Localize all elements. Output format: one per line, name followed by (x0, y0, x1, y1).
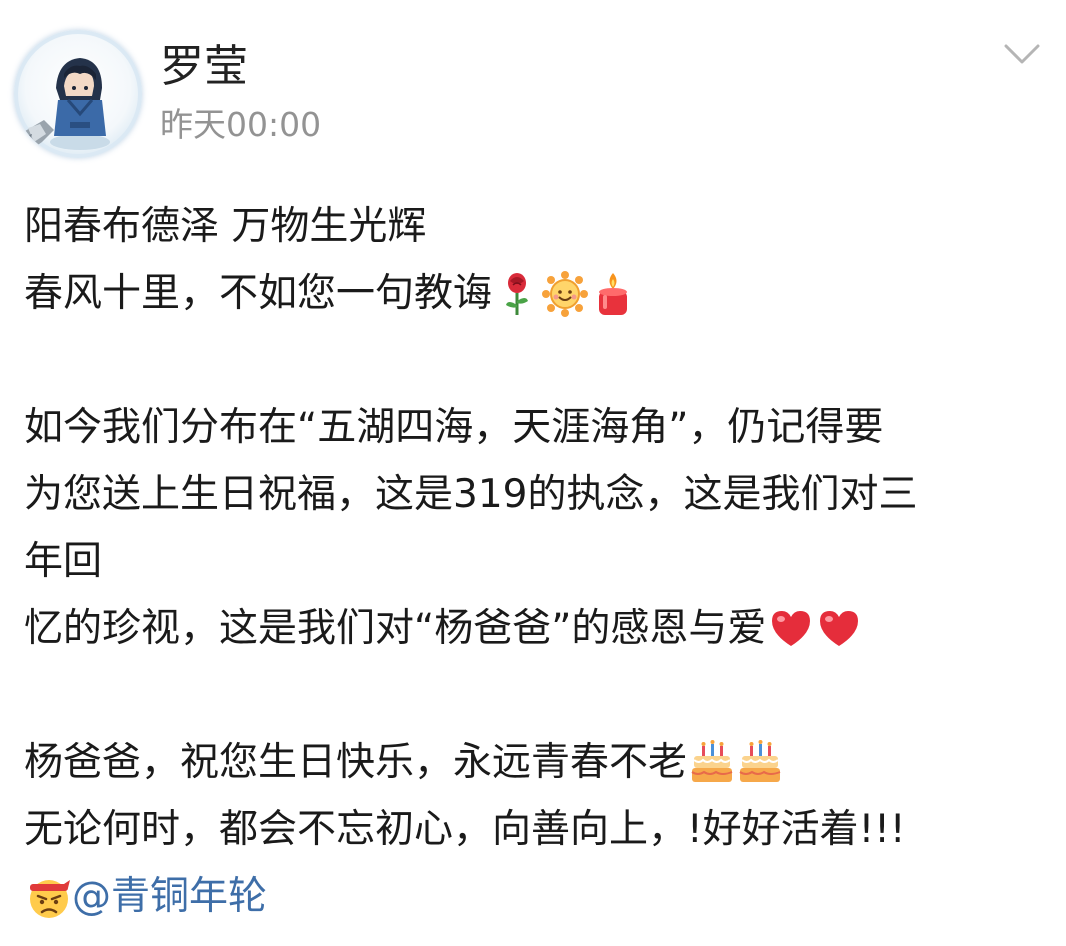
cake-icon (737, 739, 783, 786)
post-timestamp: 昨天00:00 (160, 105, 322, 144)
mention-link[interactable]: @青铜年轮 (72, 863, 267, 930)
heart-icon (816, 606, 862, 652)
post-line: 忆的珍视，这是我们对“杨爸爸”的感恩与爱 (24, 595, 1054, 662)
post-line: 杨爸爸，祝您生日快乐，永远青春不老 (24, 729, 1054, 796)
post-line-text: 杨爸爸，祝您生日快乐，永远青春不老 (24, 740, 688, 785)
post-line: 春风十里，不如您一句教诲 (24, 260, 1054, 327)
post-line-text: 忆的珍视，这是我们对“杨爸爸”的感恩与爱 (24, 606, 767, 651)
rose-icon (494, 271, 540, 317)
author-name[interactable]: 罗莹 (160, 40, 248, 94)
post-line: 无论何时，都会不忘初心，向善向上，!好好活着!!! (24, 796, 1054, 863)
post-line: 年回 (24, 528, 1054, 595)
post-body: 阳春布德泽 万物生光辉 春风十里，不如您一句教诲 如今我们分布在“五湖四海，天涯… (24, 193, 1054, 930)
heart-icon (768, 606, 814, 652)
chevron-down-icon[interactable] (1000, 38, 1044, 70)
candle-icon (590, 271, 636, 317)
post-line-text: 年回 (24, 539, 103, 584)
cake-icon (689, 739, 735, 786)
post-line: 为您送上生日祝福，这是319的执念，这是我们对三 (24, 461, 1054, 528)
post-line-text: 为您送上生日祝福，这是319的执念，这是我们对三 (24, 472, 918, 517)
post-line: 阳春布德泽 万物生光辉 (24, 193, 1054, 260)
angry-face-icon (26, 874, 72, 920)
post-line-text: 春风十里，不如您一句教诲 (24, 271, 493, 316)
post-line: 如今我们分布在“五湖四海，天涯海角”，仍记得要 (24, 394, 1054, 461)
post-line-text: 如今我们分布在“五湖四海，天涯海角”，仍记得要 (24, 405, 884, 450)
post-line: @青铜年轮 (24, 863, 1054, 930)
post-line-text: 无论何时，都会不忘初心，向善向上，!好好活着!!! (24, 807, 906, 852)
avatar[interactable] (14, 30, 142, 158)
post-header: 罗莹 昨天00:00 (0, 0, 1066, 170)
post-line-text: 阳春布德泽 万物生光辉 (24, 204, 427, 249)
avatar-illustration (14, 58, 110, 152)
sun-icon (542, 270, 589, 317)
